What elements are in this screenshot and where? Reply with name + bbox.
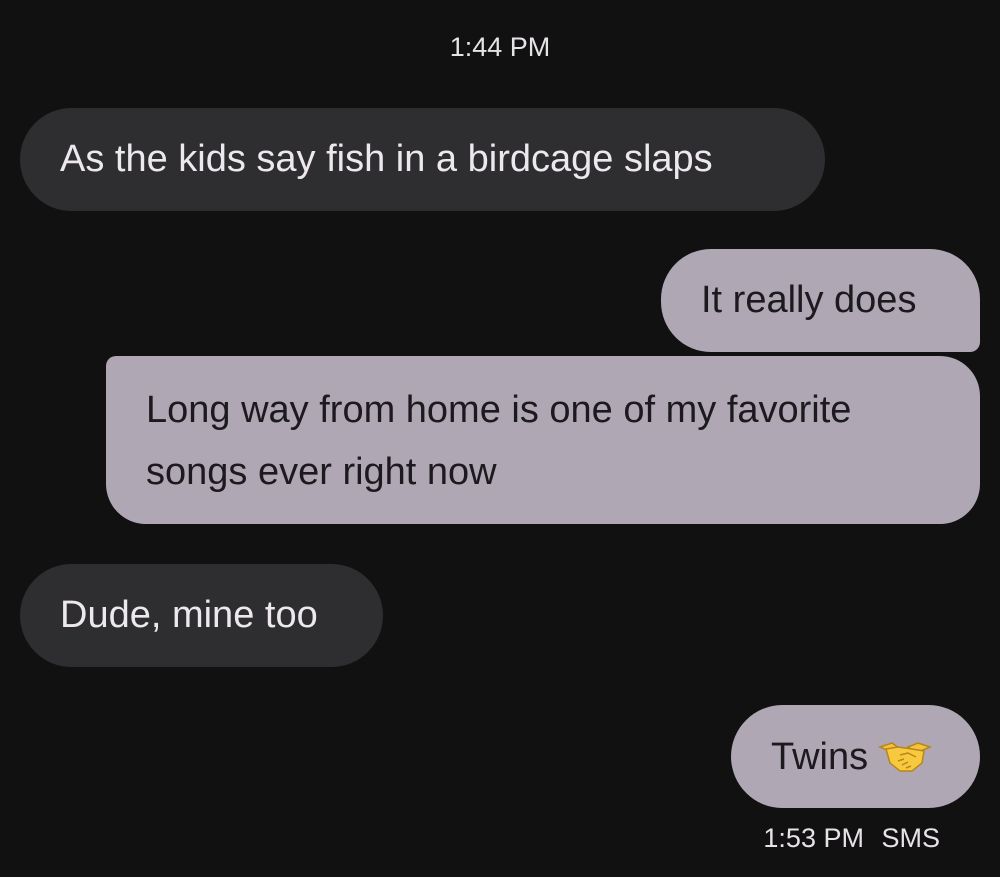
handshake-icon: [878, 741, 933, 772]
message-thread: 1:44 PM As the kids say fish in a birdca…: [0, 0, 1000, 877]
message-text-line: songs ever right now: [146, 451, 497, 493]
message-type: SMS: [881, 823, 940, 853]
incoming-message-bubble[interactable]: Dude, mine too: [20, 564, 383, 667]
message-time: 1:53 PM: [763, 823, 864, 853]
message-status: 1:53 PM SMS: [763, 820, 940, 856]
thread-timestamp: 1:44 PM: [449, 32, 551, 62]
incoming-message-bubble[interactable]: As the kids say fish in a birdcage slaps: [20, 108, 825, 211]
message-text: As the kids say fish in a birdcage slaps: [60, 138, 713, 180]
message-text: Twins: [771, 735, 869, 778]
message-text: Dude, mine too: [60, 594, 318, 636]
outgoing-message-bubble[interactable]: Twins: [731, 705, 980, 808]
outgoing-message-bubble[interactable]: Long way from home is one of my favorite…: [106, 356, 980, 524]
message-text-line: Long way from home is one of my favorite: [146, 389, 852, 431]
message-text: It really does: [701, 279, 917, 321]
outgoing-message-bubble[interactable]: It really does: [661, 249, 980, 352]
